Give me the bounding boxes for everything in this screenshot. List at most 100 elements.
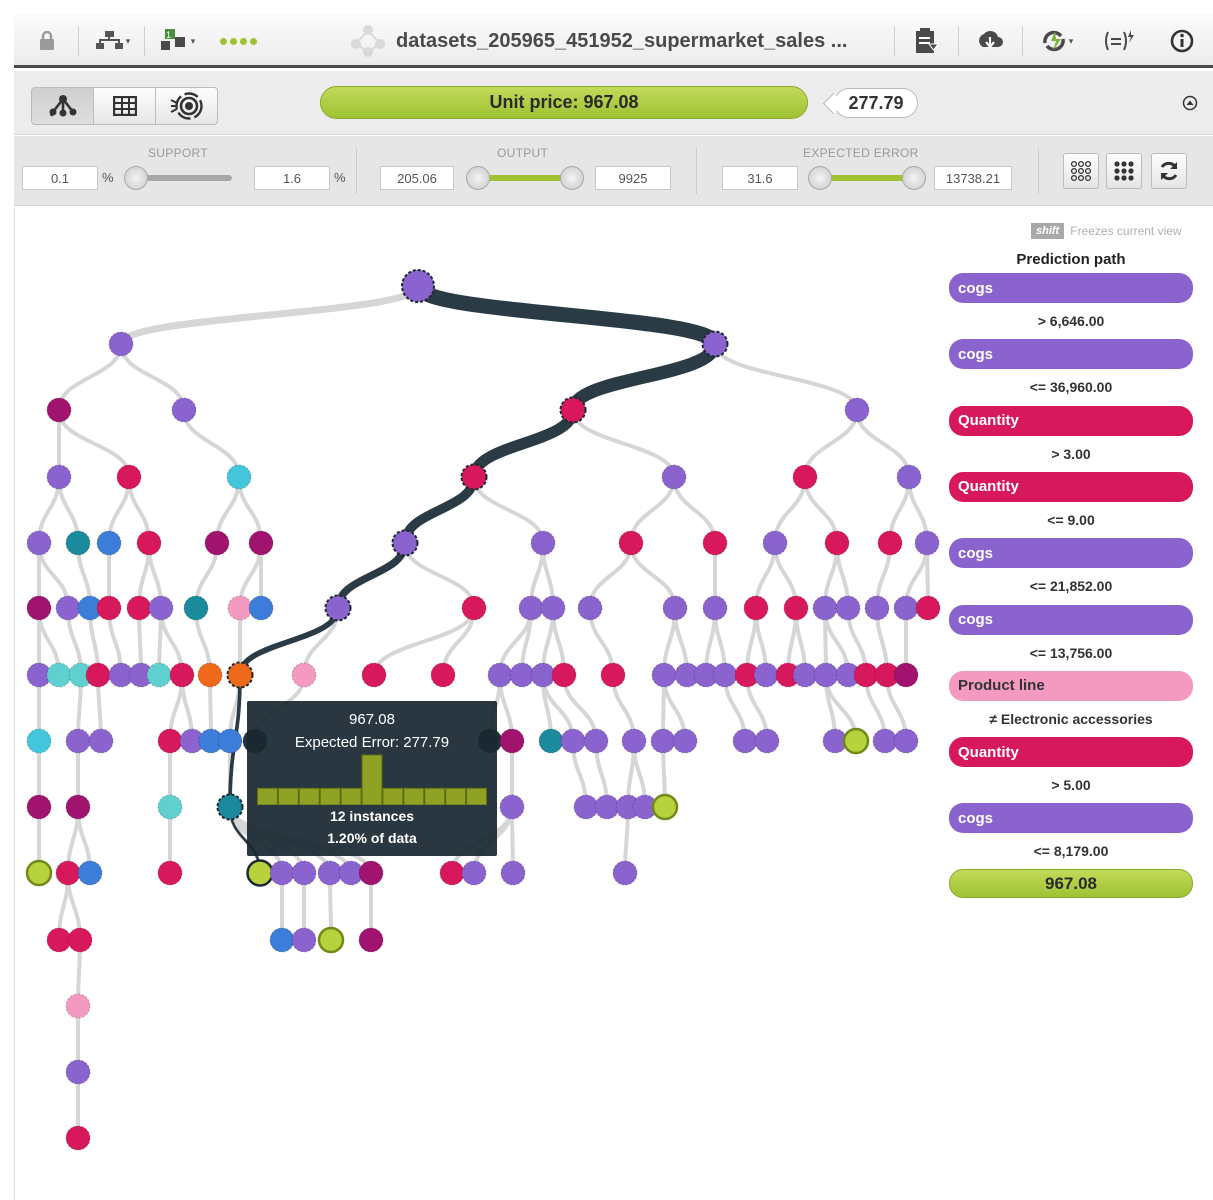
tree-split-node[interactable]	[401, 269, 435, 303]
tree-split-node[interactable]	[391, 529, 419, 557]
tree-split-node[interactable]	[169, 662, 195, 688]
tree-split-node[interactable]	[171, 397, 197, 423]
tree-split-node[interactable]	[754, 728, 780, 754]
tree-split-node[interactable]	[762, 530, 788, 556]
tree-split-node[interactable]	[661, 464, 687, 490]
tree-split-node[interactable]	[612, 860, 638, 886]
tree-leaf-node[interactable]	[246, 859, 274, 887]
tree-split-node[interactable]	[148, 595, 174, 621]
download-icon[interactable]	[970, 14, 1010, 68]
tree-split-node[interactable]	[183, 595, 209, 621]
support-max-input[interactable]: 1.6	[254, 166, 330, 190]
tree-split-node[interactable]	[65, 530, 91, 556]
tree-split-node[interactable]	[853, 662, 879, 688]
tree-split-node[interactable]	[460, 463, 488, 491]
expected-error-slider-max-knob[interactable]	[902, 166, 926, 190]
tree-split-node[interactable]	[813, 662, 839, 688]
output-slider-max-knob[interactable]	[560, 166, 584, 190]
support-slider-knob[interactable]	[124, 166, 148, 190]
tree-split-node[interactable]	[551, 662, 577, 688]
tree-split-node[interactable]	[530, 530, 556, 556]
tree-split-node[interactable]	[108, 331, 134, 357]
tree-split-node[interactable]	[65, 728, 91, 754]
tree-split-node[interactable]	[26, 794, 52, 820]
tree-split-node[interactable]	[216, 793, 244, 821]
tree-split-node[interactable]	[361, 662, 387, 688]
tree-split-node[interactable]	[621, 728, 647, 754]
actions-icon[interactable]: ▾	[1032, 14, 1082, 68]
table-view-button[interactable]	[93, 87, 156, 125]
tree-split-node[interactable]	[583, 728, 609, 754]
reset-button[interactable]	[1151, 153, 1187, 189]
tree-split-node[interactable]	[499, 728, 525, 754]
tree-split-node[interactable]	[269, 860, 295, 886]
tree-split-node[interactable]	[600, 662, 626, 688]
tree-split-node[interactable]	[248, 595, 274, 621]
support-min-input[interactable]: 0.1	[22, 166, 98, 190]
tree-split-node[interactable]	[844, 397, 870, 423]
tree-split-node[interactable]	[792, 662, 818, 688]
tree-split-node[interactable]	[96, 595, 122, 621]
tree-split-node[interactable]	[518, 595, 544, 621]
output-min-input[interactable]: 205.06	[380, 166, 454, 190]
tree-split-node[interactable]	[204, 530, 230, 556]
tree-split-node[interactable]	[743, 595, 769, 621]
tree-split-node[interactable]	[712, 662, 738, 688]
tree-split-node[interactable]	[651, 662, 677, 688]
tree-split-node[interactable]	[893, 728, 919, 754]
support-slider-track[interactable]	[136, 175, 232, 181]
tree-split-node[interactable]	[461, 860, 487, 886]
tree-split-node[interactable]	[317, 860, 343, 886]
tree-split-node[interactable]	[618, 530, 644, 556]
formula-icon[interactable]	[1096, 14, 1144, 68]
expected-error-slider-min-knob[interactable]	[808, 166, 832, 190]
tree-split-node[interactable]	[783, 595, 809, 621]
clipboard-icon[interactable]	[908, 14, 946, 68]
tree-split-node[interactable]	[65, 1059, 91, 1085]
tree-split-node[interactable]	[896, 464, 922, 490]
model-summary-icon[interactable]: 1 ▾	[154, 14, 202, 68]
tree-split-node[interactable]	[26, 728, 52, 754]
tree-split-node[interactable]	[227, 595, 253, 621]
tree-split-node[interactable]	[46, 927, 72, 953]
expected-error-max-input[interactable]: 13738.21	[934, 166, 1012, 190]
tree-split-node[interactable]	[559, 396, 587, 424]
tree-split-node[interactable]	[509, 662, 535, 688]
tree-split-node[interactable]	[577, 595, 603, 621]
tree-split-node[interactable]	[157, 794, 183, 820]
tree-split-node[interactable]	[157, 860, 183, 886]
tree-split-node[interactable]	[439, 860, 465, 886]
tree-split-node[interactable]	[864, 595, 890, 621]
tree-split-node[interactable]	[753, 662, 779, 688]
tree-split-node[interactable]	[77, 860, 103, 886]
info-icon[interactable]	[1162, 14, 1202, 68]
tree-split-node[interactable]	[291, 662, 317, 688]
tree-split-node[interactable]	[46, 397, 72, 423]
tree-split-node[interactable]	[136, 530, 162, 556]
tree-split-node[interactable]	[116, 464, 142, 490]
tree-leaf-node[interactable]	[651, 793, 679, 821]
tree-leaf-node[interactable]	[25, 859, 53, 887]
tree-split-node[interactable]	[146, 662, 172, 688]
tree-split-node[interactable]	[701, 330, 729, 358]
tree-split-node[interactable]	[291, 860, 317, 886]
tree-split-node[interactable]	[197, 662, 223, 688]
tree-split-node[interactable]	[487, 662, 513, 688]
tree-split-node[interactable]	[126, 595, 152, 621]
tree-split-node[interactable]	[915, 595, 941, 621]
tree-split-node[interactable]	[914, 530, 940, 556]
tree-split-node[interactable]	[85, 662, 111, 688]
tree-split-node[interactable]	[877, 530, 903, 556]
tree-split-node[interactable]	[217, 728, 243, 754]
tree-view-button[interactable]	[31, 87, 94, 125]
tree-split-node[interactable]	[824, 530, 850, 556]
tree-split-node[interactable]	[46, 662, 72, 688]
tree-split-node[interactable]	[67, 927, 93, 953]
tree-split-node[interactable]	[324, 594, 352, 622]
tree-split-node[interactable]	[893, 662, 919, 688]
tree-leaf-node[interactable]	[842, 727, 870, 755]
tree-split-node[interactable]	[55, 860, 81, 886]
node-size-small-button[interactable]	[1063, 153, 1099, 189]
collapse-icon[interactable]	[1182, 95, 1198, 116]
tree-split-node[interactable]	[594, 794, 620, 820]
